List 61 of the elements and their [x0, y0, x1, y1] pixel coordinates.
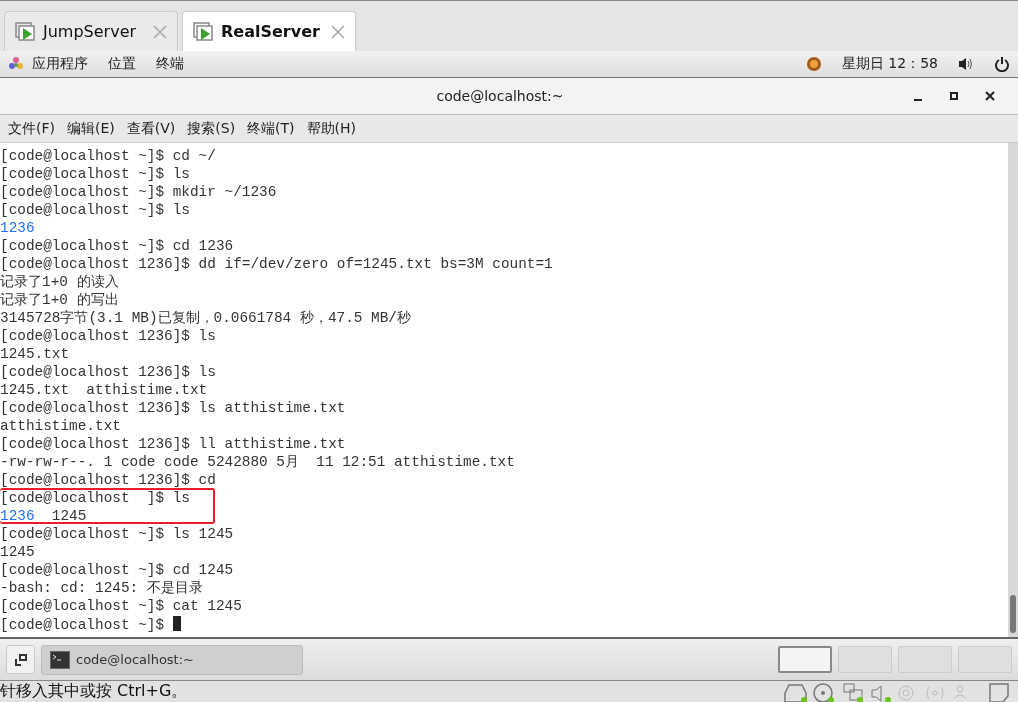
vm-hint: 针移入其中或按 Ctrl+G。 [0, 681, 188, 702]
close-icon [985, 91, 995, 101]
terminal-line: [code@localhost ~]$ [0, 614, 181, 632]
clock[interactable]: 星期日 12：58 [841, 55, 938, 73]
volume-icon[interactable] [958, 57, 974, 71]
power-icon[interactable] [994, 56, 1010, 72]
apps-icon [8, 56, 24, 72]
terminal-line: [code@localhost 1236]$ ls [0, 363, 216, 380]
terminal-line: [code@localhost ~]$ mkdir ~/1236 [0, 183, 277, 200]
tab[interactable]: JumpServer [4, 11, 178, 51]
terminal-line: 1245.txt atthistime.txt [0, 381, 208, 398]
menu-item[interactable]: 搜索(S) [183, 119, 240, 138]
menu-item[interactable]: 查看(V) [122, 119, 180, 138]
terminal-line: 记录了1+0 的读入 [0, 273, 119, 290]
terminal-line: [code@localhost ~]$ cd 1236 [0, 237, 234, 254]
menu-item[interactable]: 编辑(E) [63, 119, 119, 138]
terminal-line: 1245.txt [0, 345, 70, 362]
maximize-icon [949, 91, 959, 101]
remote-window-icon [15, 21, 37, 42]
windows-icon [14, 653, 27, 666]
terminal-line: [code@localhost ~]$ cat 1245 [0, 597, 242, 614]
menu-item[interactable]: 文件(F) [4, 119, 59, 138]
scrollbar[interactable] [1008, 143, 1018, 637]
terminal-line: [code@localhost 1236]$ dd if=/dev/zero of=1245.txt bs=3M count=1 [0, 255, 553, 272]
panel-menu[interactable]: 应用程序 [32, 55, 88, 73]
terminal-line: [code@localhost 1236]$ ll atthistime.txt [0, 435, 346, 452]
terminal-line: atthistime.txt [0, 417, 121, 434]
terminal-line: [code@localhost ~]$ cd ~/ [0, 147, 216, 164]
minimize-icon [914, 99, 922, 101]
taskbar-window-button[interactable]: code@localhost:~ [41, 644, 303, 675]
terminal-line: [code@localhost 1236]$ cd [0, 471, 216, 488]
terminal-line: -rw-rw-r--. 1 code code 5242880 5月 11 12:51 atthistime.txt [0, 453, 515, 470]
terminal-line: 3145728字节(3.1 MB)已复制，0.0661784 秒，47.5 MB/秒 [0, 309, 411, 326]
status-icon [805, 56, 822, 72]
terminal-line: [code@localhost ]$ ls [0, 488, 215, 506]
panel-menu[interactable]: 终端 [156, 55, 184, 73]
close-icon[interactable] [153, 24, 167, 39]
terminal-line: 记录了1+0 的写出 [0, 291, 119, 308]
tab-label: RealServer [221, 22, 321, 41]
tab[interactable]: RealServer [182, 11, 356, 51]
panel-menu[interactable]: 位置 [108, 55, 136, 73]
terminal-line: 1236 1245 [0, 506, 215, 524]
menu-item[interactable]: 终端(T) [243, 119, 299, 138]
tab-label: JumpServer [43, 22, 138, 41]
terminal-line: 1245 [0, 543, 35, 560]
terminal-icon [50, 650, 70, 669]
terminal-line: -bash: cd: 1245: 不是目录 [0, 579, 203, 596]
terminal-line: [code@localhost ~]$ ls [0, 165, 190, 182]
terminal-line: 1236 [0, 219, 35, 236]
workspace-button[interactable] [778, 646, 832, 673]
terminal-line: [code@localhost 1236]$ ls atthistime.txt [0, 399, 346, 416]
terminal-line: [code@localhost ~]$ cd 1245 [0, 561, 234, 578]
note-icon [988, 681, 1012, 702]
remote-window-icon [193, 21, 215, 42]
terminal-line: [code@localhost ~]$ ls 1245 [0, 525, 234, 542]
terminal-line: [code@localhost ~]$ ls [0, 201, 190, 218]
show-desktop-button[interactable] [6, 645, 35, 674]
terminal-line: [code@localhost 1236]$ ls [0, 327, 216, 344]
window-title: code@localhost:~ [435, 88, 565, 104]
menu-item[interactable]: 帮助(H) [302, 119, 361, 138]
close-icon[interactable] [331, 24, 345, 39]
